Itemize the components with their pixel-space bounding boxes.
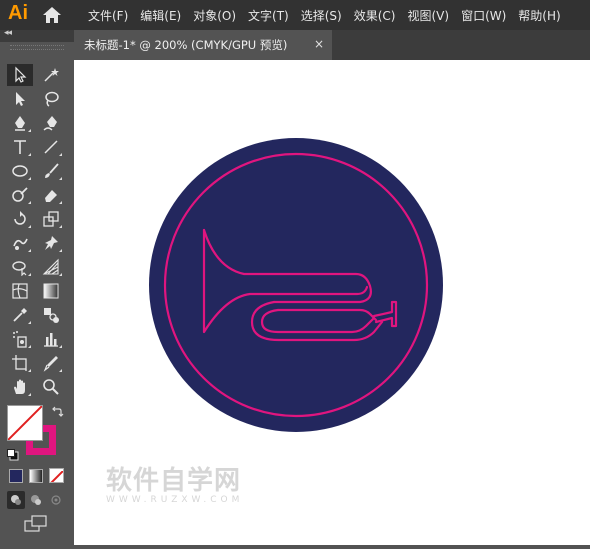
menu-bar: Ai 文件(F) 编辑(E) 对象(O) 文字(T) 选择(S) 效果(C) 视… xyxy=(0,0,590,30)
menu-effect[interactable]: 效果(C) xyxy=(354,7,396,24)
swap-fill-stroke-icon[interactable] xyxy=(50,404,64,418)
tools-panel: ◂◂ xyxy=(0,28,74,545)
draw-normal-icon[interactable] xyxy=(7,491,25,509)
collapse-icon[interactable]: ◂◂ xyxy=(4,28,12,38)
home-icon[interactable] xyxy=(42,6,62,24)
column-graph-tool-icon[interactable] xyxy=(38,328,64,350)
menu-view[interactable]: 视图(V) xyxy=(407,7,449,24)
puppet-warp-tool-icon[interactable] xyxy=(38,232,64,254)
direct-selection-tool-icon[interactable] xyxy=(7,88,33,110)
zoom-tool-icon[interactable] xyxy=(38,376,64,398)
paintbrush-tool-icon[interactable] xyxy=(38,160,64,182)
mesh-tool-icon[interactable] xyxy=(7,280,33,302)
panel-grip[interactable] xyxy=(10,45,64,50)
blend-tool-icon[interactable] xyxy=(38,304,64,326)
tools-panel-header: ◂◂ xyxy=(0,28,74,42)
menu-file[interactable]: 文件(F) xyxy=(88,7,128,24)
menu-help[interactable]: 帮助(H) xyxy=(518,7,560,24)
ellipse-tool-icon[interactable] xyxy=(7,160,33,182)
line-segment-tool-icon[interactable] xyxy=(38,136,64,158)
selection-tool-icon[interactable] xyxy=(7,64,33,86)
perspective-grid-tool-icon[interactable] xyxy=(38,256,64,278)
lasso-tool-icon[interactable] xyxy=(38,88,64,110)
eyedropper-tool-icon[interactable] xyxy=(7,304,33,326)
artboard-canvas[interactable]: 软件自学网 WWW.RUZXW.COM xyxy=(74,60,590,545)
draw-behind-icon[interactable] xyxy=(27,491,45,509)
curvature-tool-icon[interactable] xyxy=(38,112,64,134)
warp-tool-icon[interactable] xyxy=(7,232,33,254)
default-colors-icon[interactable] xyxy=(7,446,19,461)
shaper-tool-icon[interactable] xyxy=(7,184,33,206)
type-tool-icon[interactable] xyxy=(7,136,33,158)
pen-tool-icon[interactable] xyxy=(7,112,33,134)
document-tab[interactable]: 未标题-1* @ 200% (CMYK/GPU 预览) × xyxy=(74,30,332,60)
artboard-tool-icon[interactable] xyxy=(7,352,33,374)
shape-builder-tool-icon[interactable] xyxy=(7,256,33,278)
menu-edit[interactable]: 编辑(E) xyxy=(140,7,181,24)
magic-wand-tool-icon[interactable] xyxy=(38,64,64,86)
rotate-tool-icon[interactable] xyxy=(7,208,33,230)
main-menu: 文件(F) 编辑(E) 对象(O) 文字(T) 选择(S) 效果(C) 视图(V… xyxy=(82,0,567,30)
scale-tool-icon[interactable] xyxy=(38,208,64,230)
screen-mode-icon[interactable] xyxy=(24,515,48,533)
eraser-tool-icon[interactable] xyxy=(38,184,64,206)
menu-type[interactable]: 文字(T) xyxy=(248,7,289,24)
document-tab-bar: 未标题-1* @ 200% (CMYK/GPU 预览) × xyxy=(74,30,590,60)
app-logo: Ai xyxy=(8,2,28,24)
watermark-url: WWW.RUZXW.COM xyxy=(106,495,244,505)
document-tab-title: 未标题-1* @ 200% (CMYK/GPU 预览) xyxy=(84,38,288,52)
fill-swatch[interactable] xyxy=(7,405,43,441)
gradient-tool-icon[interactable] xyxy=(38,280,64,302)
watermark: 软件自学网 WWW.RUZXW.COM xyxy=(106,460,243,505)
badge-circle[interactable] xyxy=(149,138,443,432)
menu-select[interactable]: 选择(S) xyxy=(301,7,342,24)
hand-tool-icon[interactable] xyxy=(7,376,33,398)
watermark-title: 软件自学网 xyxy=(106,466,242,496)
symbol-sprayer-tool-icon[interactable] xyxy=(7,328,33,350)
menu-window[interactable]: 窗口(W) xyxy=(461,7,506,24)
menu-object[interactable]: 对象(O) xyxy=(193,7,236,24)
draw-inside-icon[interactable] xyxy=(47,491,65,509)
slice-tool-icon[interactable] xyxy=(38,352,64,374)
color-mode-button[interactable] xyxy=(9,469,23,483)
none-mode-button[interactable] xyxy=(49,468,64,483)
close-icon[interactable]: × xyxy=(314,37,324,51)
gradient-mode-button[interactable] xyxy=(29,469,43,483)
